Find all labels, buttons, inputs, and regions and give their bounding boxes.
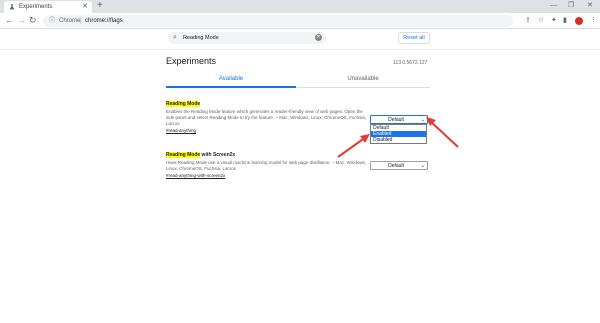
- forward-icon[interactable]: →: [17, 14, 26, 27]
- search-value[interactable]: Reading Mode: [183, 33, 219, 43]
- reload-icon[interactable]: ↻: [29, 14, 37, 27]
- flask-icon: [9, 4, 15, 10]
- flag-reading-mode-screen2x: Reading Mode with Screen2x Have Reading …: [166, 152, 371, 179]
- chrome-label: Chrome: [59, 18, 81, 24]
- flag-description: Enables the Reading Mode feature which g…: [166, 109, 367, 126]
- flag-title-highlight: Reading Mode: [166, 101, 201, 107]
- flag-description: Have Reading Mode use a visual machine l…: [166, 160, 367, 171]
- maximize-icon[interactable]: ❐: [568, 0, 574, 12]
- star-icon[interactable]: ☆: [538, 15, 544, 27]
- flag-select-reading-mode[interactable]: Default ⌄: [370, 115, 428, 124]
- flag-select-screen2x[interactable]: Default ⌄: [370, 161, 428, 170]
- extension-icon[interactable]: [575, 17, 583, 25]
- new-tab-button[interactable]: +: [97, 0, 103, 12]
- sidepanel-icon[interactable]: ▮: [563, 15, 567, 27]
- select-value: Default: [388, 163, 404, 169]
- window-close-icon[interactable]: ✕: [587, 0, 593, 12]
- search-flags-input[interactable]: ⌕ Reading Mode ✕: [168, 32, 326, 44]
- chevron-down-icon: ⌄: [420, 117, 425, 123]
- chevron-down-icon: ⌄: [420, 163, 425, 169]
- tab-available[interactable]: Available: [166, 71, 296, 88]
- tab-strip: Experiments ✕ + — ❐ ✕: [0, 0, 600, 13]
- minimize-icon[interactable]: —: [550, 0, 557, 12]
- flag-title-rest: with Screen2x: [200, 152, 236, 158]
- url-separator: |: [80, 18, 82, 24]
- clear-search-icon[interactable]: ✕: [315, 34, 322, 41]
- tab-experiments[interactable]: Experiments ✕: [4, 1, 92, 13]
- search-icon: ⌕: [173, 34, 177, 41]
- dropdown-list: Default Enabled Disabled: [370, 124, 427, 144]
- flag-link[interactable]: #read-anything: [166, 128, 371, 134]
- annotation-arrow-1: [426, 117, 459, 148]
- flag-title-highlight: Reading Mode: [166, 152, 201, 158]
- option-disabled[interactable]: Disabled: [371, 137, 426, 143]
- flag-link[interactable]: #read-anything-with-screen2x: [166, 173, 371, 179]
- reset-all-button[interactable]: Reset all: [398, 32, 430, 44]
- puzzle-icon[interactable]: ✦: [551, 15, 557, 27]
- version-text: 113.0.5672.127: [393, 60, 428, 66]
- share-icon[interactable]: ⇪: [525, 15, 531, 27]
- page-title: Experiments: [166, 56, 217, 66]
- toolbar: ← → ↻ ⓘ Chrome | chrome://flags ⇪ ☆ ✦ ▮ …: [0, 13, 600, 29]
- tab-title: Experiments: [19, 4, 53, 10]
- header-divider: [0, 49, 600, 50]
- url-text[interactable]: chrome://flags: [85, 16, 123, 26]
- back-icon[interactable]: ←: [5, 14, 14, 27]
- flag-title: Reading Mode: [166, 101, 371, 108]
- menu-icon[interactable]: ⋮: [590, 15, 597, 27]
- address-bar[interactable]: ⓘ Chrome | chrome://flags: [43, 15, 513, 27]
- flag-reading-mode: Reading Mode Enables the Reading Mode fe…: [166, 101, 371, 134]
- flag-title: Reading Mode with Screen2x: [166, 152, 371, 159]
- tab-unavailable[interactable]: Unavailable: [296, 71, 430, 88]
- select-value: Default: [388, 117, 404, 123]
- site-info-icon[interactable]: ⓘ: [49, 16, 55, 26]
- tab-close-icon[interactable]: ✕: [82, 2, 88, 12]
